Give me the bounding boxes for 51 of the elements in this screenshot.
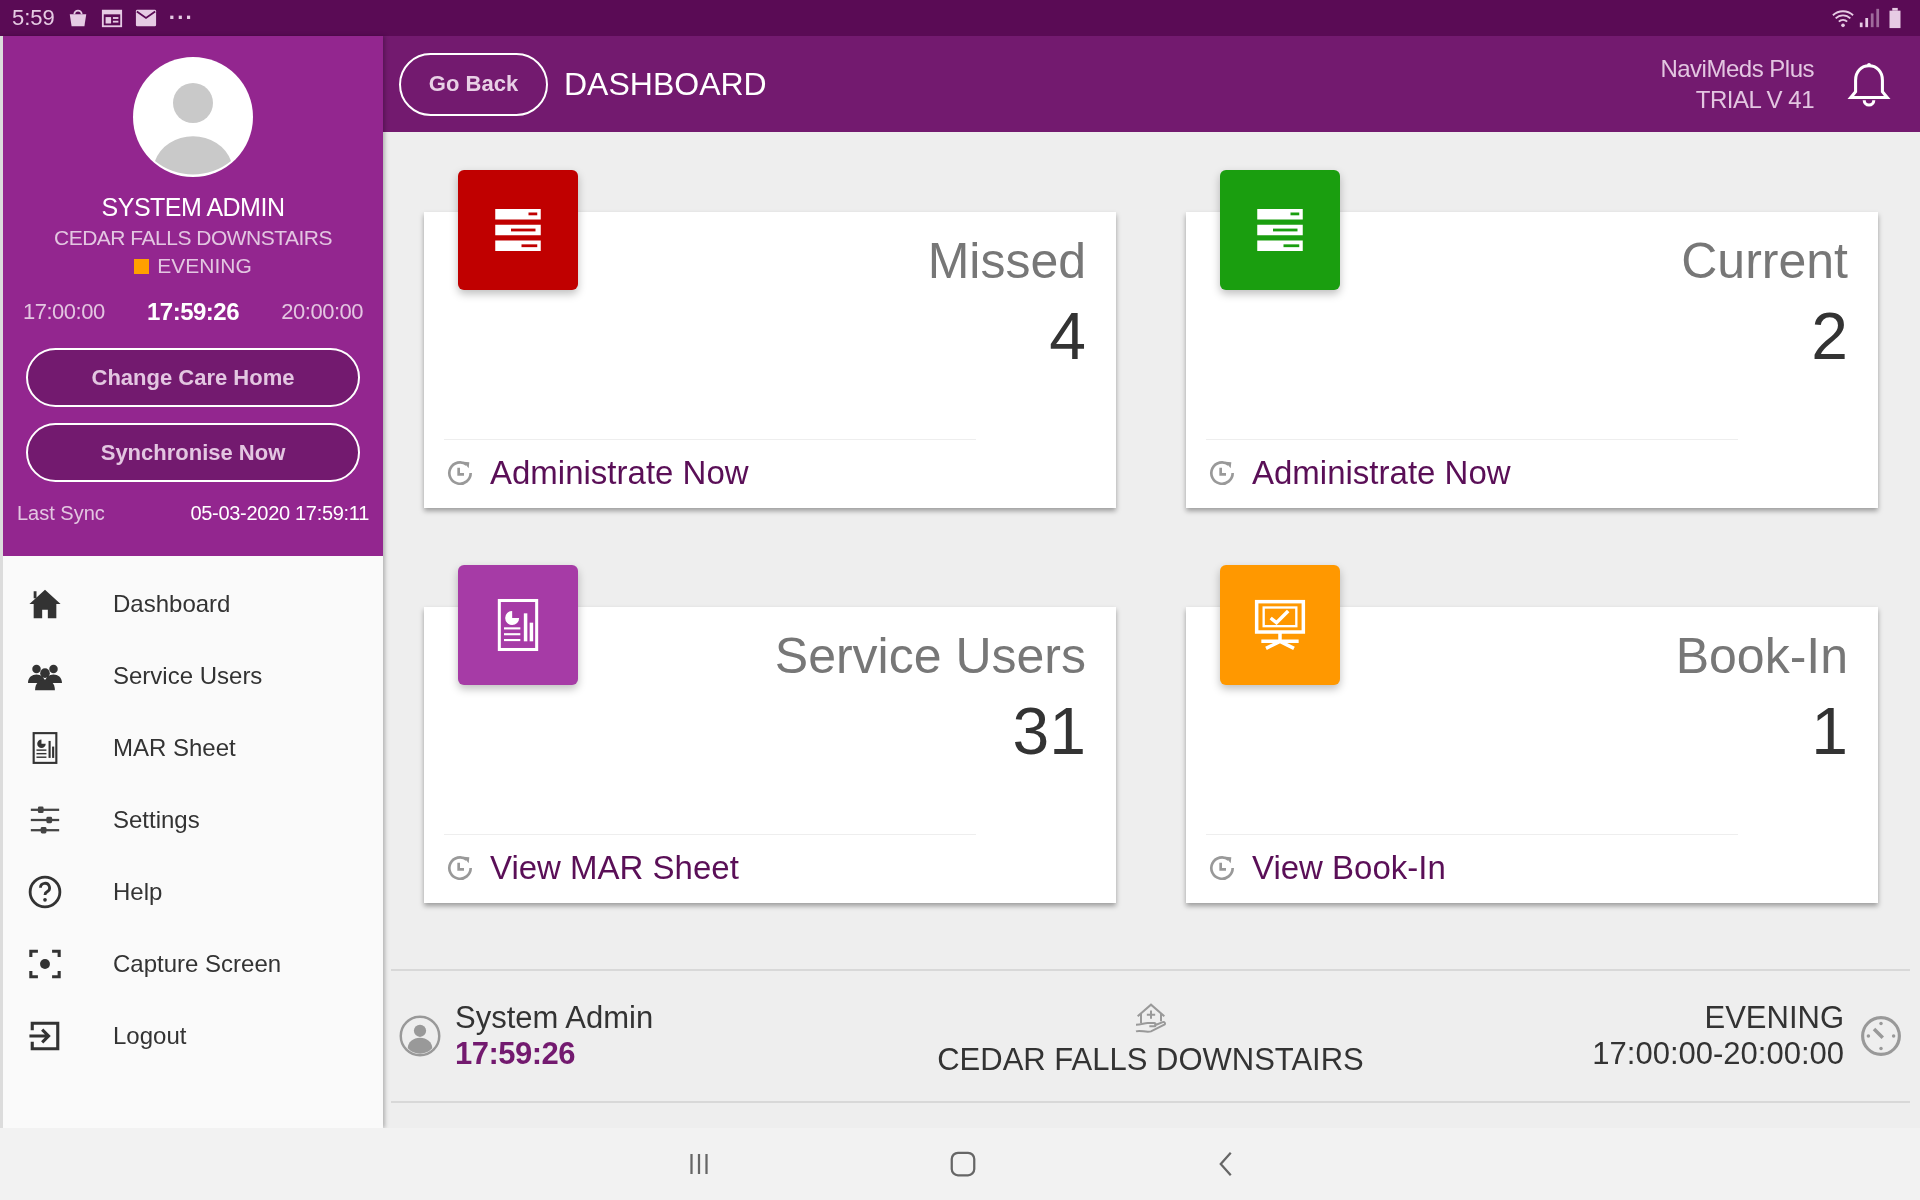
footer-care-home: CEDAR FALLS DOWNSTAIRS: [937, 1042, 1364, 1078]
footer-shift: EVENING: [1704, 1000, 1844, 1036]
user-icon: [399, 1015, 441, 1057]
home-icon: [28, 587, 62, 621]
timer-icon: [1860, 1015, 1902, 1057]
change-care-home-button[interactable]: Change Care Home: [26, 348, 360, 407]
menu-item[interactable]: Help: [3, 856, 383, 928]
user-name: SYSTEM ADMIN: [101, 193, 285, 222]
shift-end-time: 20:00:00: [281, 299, 363, 325]
shift-name: EVENING: [157, 254, 252, 278]
synchronise-button[interactable]: Synchronise Now: [26, 423, 360, 482]
menu-item[interactable]: Settings: [3, 784, 383, 856]
card-title: Current: [1681, 232, 1848, 290]
card-count: 31: [1012, 693, 1086, 769]
action-link[interactable]: Administrate Now: [490, 454, 749, 492]
last-sync-label: Last Sync: [17, 502, 105, 525]
page-title: DASHBOARD: [564, 65, 768, 103]
menu-item[interactable]: MAR Sheet: [3, 712, 383, 784]
menu-item[interactable]: Dashboard: [3, 568, 383, 640]
card-count: 1: [1811, 693, 1848, 769]
footer-time: 17:59:26: [455, 1036, 577, 1072]
last-sync-value: 05-03-2020 17:59:11: [190, 502, 369, 525]
card-count: 4: [1049, 298, 1086, 374]
back-button[interactable]: Go Back: [399, 52, 548, 116]
card-count: 2: [1811, 298, 1848, 374]
shift-start-time: 17:00:00: [23, 299, 105, 325]
menu-item[interactable]: Service Users: [3, 640, 383, 712]
home-button-icon[interactable]: [948, 1149, 978, 1179]
signal-icon: [1858, 7, 1880, 29]
logout-icon: [28, 1019, 62, 1053]
app-version: TRIAL V 41: [1694, 85, 1814, 115]
mail-icon: [134, 7, 157, 29]
footer-user-name: System Admin: [455, 1000, 654, 1036]
help-icon: [28, 875, 62, 909]
wifi-icon: [1832, 7, 1854, 29]
action-link[interactable]: View MAR Sheet: [490, 849, 739, 887]
capture-icon: [28, 947, 62, 981]
care-home-name: CEDAR FALLS DOWNSTAIRS: [54, 226, 332, 250]
card-title: Service Users: [774, 627, 1086, 685]
card-title: Book-In: [1675, 627, 1848, 685]
card-title: Missed: [927, 232, 1086, 290]
calendar-icon: [100, 7, 123, 29]
menu-item[interactable]: Capture Screen: [3, 928, 383, 1000]
menu-item[interactable]: Logout: [3, 1000, 383, 1072]
action-link[interactable]: Administrate Now: [1252, 454, 1511, 492]
more-dots: ···: [168, 5, 194, 31]
current-time: 17:59:26: [146, 298, 240, 326]
clock-time: 5:59: [12, 5, 55, 31]
footer-shift-range: 17:00:00-20:00:00: [1592, 1036, 1844, 1072]
action-link[interactable]: View Book-In: [1252, 849, 1446, 887]
app-name: NaviMeds Plus: [1660, 54, 1814, 84]
